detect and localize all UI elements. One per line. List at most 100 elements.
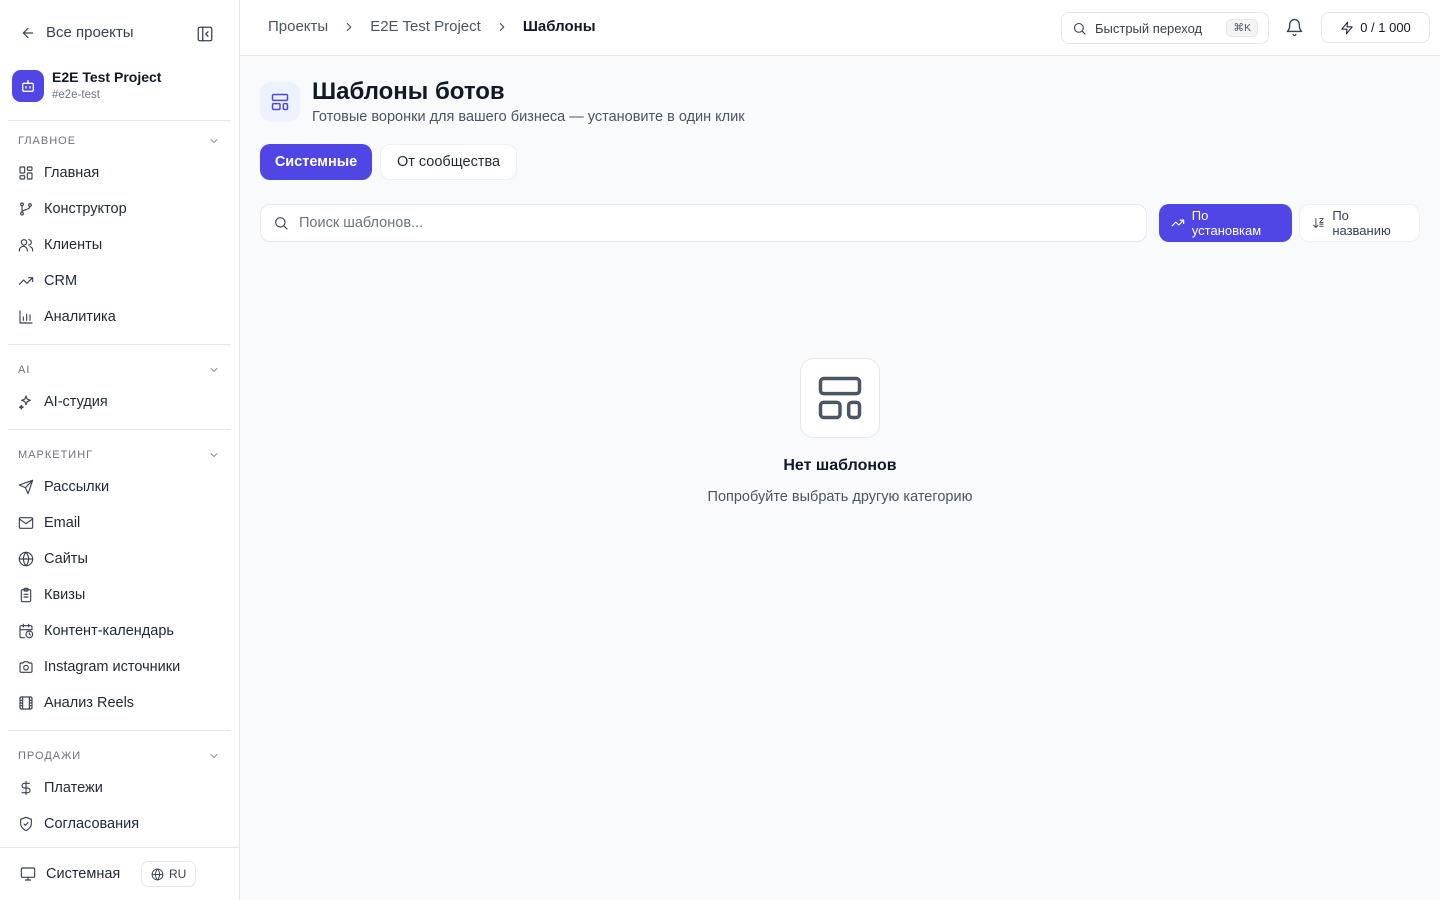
sidebar-item-approvals[interactable]: Согласования xyxy=(8,806,230,842)
section-header-marketing[interactable]: Маркетинг xyxy=(8,441,230,469)
page-title: Шаблоны ботов xyxy=(312,78,505,105)
sort-installs-label: По установкам xyxy=(1191,208,1262,238)
sidebar-item-quizzes[interactable]: Квизы xyxy=(8,577,230,613)
sidebar-item-email[interactable]: Email xyxy=(8,505,230,541)
project-name: E2E Test Project xyxy=(52,69,162,85)
sort-az-icon xyxy=(1313,218,1324,228)
empty-state-subtitle: Попробуйте выбрать другую категорию xyxy=(707,489,973,505)
sidebar-item-instagram-sources[interactable]: Instagram источники xyxy=(8,649,230,685)
project-switcher[interactable]: E2E Test Project #e2e-test xyxy=(12,68,161,104)
sort-by-name-button[interactable]: По названию xyxy=(1299,204,1420,242)
empty-templates-icon xyxy=(800,358,880,438)
template-search xyxy=(260,204,1147,242)
section-header-main[interactable]: Главное xyxy=(8,127,230,155)
layout-grid-icon xyxy=(19,166,33,180)
sidebar-item-analytics[interactable]: Аналитика xyxy=(8,299,230,335)
sidebar-item-ai-studio[interactable]: AI-студия xyxy=(8,384,230,420)
shield-check-icon xyxy=(20,816,32,832)
templates-icon xyxy=(260,82,300,122)
language-button[interactable]: RU xyxy=(141,861,197,887)
bar-chart-icon xyxy=(19,310,33,324)
sidebar: Все проекты E2E Test Project #e2e-test Г… xyxy=(0,0,240,900)
trending-up-icon xyxy=(18,277,34,285)
section-title: AI xyxy=(18,364,31,376)
all-projects-link[interactable]: Все проекты xyxy=(20,24,134,41)
sidebar-item-label: Аналитика xyxy=(44,309,116,325)
section-header-ai[interactable]: AI xyxy=(8,356,230,384)
search-input[interactable] xyxy=(299,215,1134,231)
users-icon xyxy=(18,239,34,252)
topbar: Проекты E2E Test Project Шаблоны Быстрый… xyxy=(240,0,1440,56)
sidebar-item-label: Главная xyxy=(44,165,100,181)
send-icon xyxy=(18,479,34,495)
quick-jump-button[interactable]: Быстрый переход ⌘K xyxy=(1061,12,1269,44)
sidebar-item-home[interactable]: Главная xyxy=(8,155,230,191)
sidebar-item-label: Анализ Reels xyxy=(44,695,135,711)
sidebar-footer: Системная RU xyxy=(0,847,240,900)
sidebar-item-label: Сайты xyxy=(44,551,88,567)
sidebar-collapse-icon[interactable] xyxy=(196,25,214,43)
divider xyxy=(8,120,231,121)
nav-section-sales: Продажи Платежи Согласования xyxy=(8,742,230,842)
calendar-clock-icon xyxy=(19,623,34,639)
chevron-down-icon xyxy=(210,754,218,758)
camera-icon xyxy=(19,661,33,673)
search-icon xyxy=(1073,22,1086,35)
section-title: Главное xyxy=(18,135,77,147)
chevron-right-icon xyxy=(499,22,505,31)
credits-value: 0 / 1 000 xyxy=(1360,20,1411,35)
sidebar-item-sites[interactable]: Сайты xyxy=(8,541,230,577)
bell-icon[interactable] xyxy=(1285,18,1304,37)
tab-system[interactable]: Системные xyxy=(260,144,372,180)
nav-section-ai: AI AI-студия xyxy=(8,356,230,420)
project-slug: #e2e-test xyxy=(52,89,100,101)
section-title: Продажи xyxy=(18,750,82,762)
sidebar-item-content-calendar[interactable]: Контент-календарь xyxy=(8,613,230,649)
globe-icon xyxy=(18,551,34,567)
breadcrumb: Проекты E2E Test Project Шаблоны xyxy=(268,18,596,35)
arrow-left-icon xyxy=(22,27,34,38)
trending-up-icon xyxy=(1171,219,1185,227)
tab-community[interactable]: От сообщества xyxy=(380,144,517,180)
divider xyxy=(8,429,231,430)
sidebar-item-label: Контент-календарь xyxy=(44,623,174,639)
zap-icon xyxy=(1341,21,1353,34)
section-header-sales[interactable]: Продажи xyxy=(8,742,230,770)
divider xyxy=(8,344,231,345)
sidebar-item-mailings[interactable]: Рассылки xyxy=(8,469,230,505)
sidebar-item-label: AI-студия xyxy=(44,394,108,410)
sidebar-item-reels-analysis[interactable]: Анализ Reels xyxy=(8,685,230,721)
bot-icon xyxy=(12,70,44,102)
section-title: Маркетинг xyxy=(18,449,94,461)
breadcrumb-projects[interactable]: Проекты xyxy=(268,18,328,35)
divider xyxy=(8,730,231,731)
nav-section-main: Главное Главная Конструктор Клиенты CRM … xyxy=(8,127,230,335)
mail-icon xyxy=(18,517,34,529)
sort-name-label: По названию xyxy=(1332,208,1391,238)
chevron-down-icon xyxy=(210,139,218,143)
sidebar-item-constructor[interactable]: Конструктор xyxy=(8,191,230,227)
page-subtitle: Готовые воронки для вашего бизнеса — уст… xyxy=(312,109,745,125)
sidebar-item-label: Конструктор xyxy=(44,201,127,217)
language-label: RU xyxy=(169,867,187,881)
breadcrumb-project[interactable]: E2E Test Project xyxy=(370,18,481,35)
shortcut-badge: ⌘K xyxy=(1226,19,1258,37)
sidebar-item-payments[interactable]: Платежи xyxy=(8,770,230,806)
search-icon xyxy=(275,217,288,230)
credits-button[interactable]: 0 / 1 000 xyxy=(1321,12,1430,43)
theme-switcher[interactable]: Системная xyxy=(20,866,120,882)
sort-by-installs-button[interactable]: По установкам xyxy=(1159,204,1292,242)
sidebar-item-label: Instagram источники xyxy=(44,659,181,675)
sidebar-item-label: Клиенты xyxy=(44,237,103,253)
all-projects-label: Все проекты xyxy=(46,24,134,41)
sidebar-header: Все проекты xyxy=(0,14,240,54)
sidebar-item-clients[interactable]: Клиенты xyxy=(8,227,230,263)
dollar-icon xyxy=(21,780,31,796)
clipboard-list-icon xyxy=(20,587,32,603)
sidebar-item-crm[interactable]: CRM xyxy=(8,263,230,299)
nav-section-marketing: Маркетинг Рассылки Email Сайты Квизы Кон… xyxy=(8,441,230,721)
git-branch-icon xyxy=(20,202,32,216)
chevron-down-icon xyxy=(210,368,218,372)
theme-label: Системная xyxy=(46,866,121,882)
chevron-down-icon xyxy=(210,453,218,457)
